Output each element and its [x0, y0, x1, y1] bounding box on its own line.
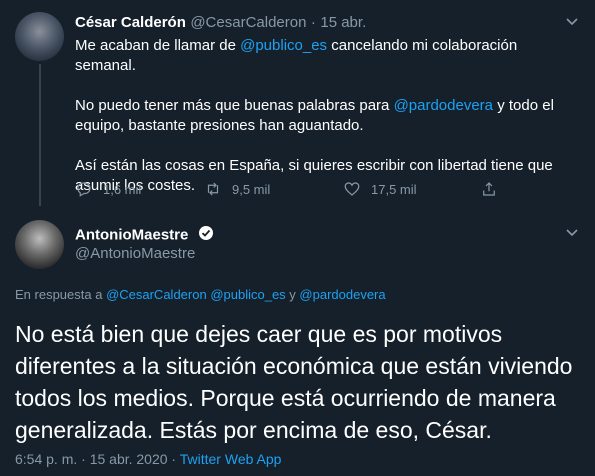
like-action[interactable]: 17,5 mil [343, 180, 417, 198]
tweet1-paragraph-2: No puedo tener más que buenas palabras p… [75, 97, 554, 134]
tweet1-paragraph-1: Me acaban de llamar de @publico_es cance… [75, 37, 518, 74]
retweet-action[interactable]: 9,5 mil [204, 180, 270, 198]
mention-pardodevera[interactable]: @pardodevera [394, 97, 493, 114]
tweet-date[interactable]: 15 abr. [320, 14, 366, 31]
tweet1-header: César Calderón @CesarCalderon · 15 abr. [75, 14, 565, 32]
like-icon [344, 182, 360, 196]
reply-context: En respuesta a @CesarCalderon @publico_e… [15, 287, 386, 302]
tweet1-body: Me acaban de llamar de @publico_es cance… [75, 36, 580, 196]
retweet-count: 9,5 mil [232, 181, 271, 197]
separator-dot: · [310, 14, 316, 31]
chevron-down-icon[interactable] [565, 225, 579, 242]
tweet2-text: No está bien que dejes caer que es por m… [15, 321, 573, 443]
author-name[interactable]: César Calderón [75, 14, 186, 31]
author-handle[interactable]: @AntonioMaestre [75, 245, 195, 262]
tweet1-paragraph-3: Así están las cosas en España, si quiere… [75, 157, 553, 194]
avatar-cesar[interactable] [15, 12, 64, 61]
author-handle[interactable]: @CesarCalderon [190, 14, 306, 31]
share-icon [483, 182, 495, 196]
avatar-antonio[interactable] [15, 220, 64, 269]
reply-action[interactable]: 1,6 mil [75, 180, 141, 198]
mention-cesarcalderon[interactable]: @CesarCalderon [106, 287, 207, 302]
like-count: 17,5 mil [371, 181, 417, 197]
tweet-timestamp[interactable]: 6:54 p. m. · 15 abr. 2020 · [15, 451, 180, 467]
author-name[interactable]: AntonioMaestre [75, 227, 188, 244]
reply-icon [77, 182, 91, 197]
tweet-metadata: 6:54 p. m. · 15 abr. 2020 · Twitter Web … [15, 451, 281, 467]
verified-icon [198, 225, 214, 246]
chevron-down-icon[interactable] [565, 14, 579, 31]
retweet-icon [207, 182, 219, 196]
share-action[interactable] [480, 180, 498, 198]
mention-publico[interactable]: @publico_es [240, 37, 327, 54]
thread-connector [39, 64, 41, 206]
mention-pardodevera[interactable]: @pardodevera [299, 287, 385, 302]
reply-count: 1,6 mil [103, 181, 142, 197]
mention-publico[interactable]: @publico_es [210, 287, 285, 302]
tweet2-author: AntonioMaestre [75, 225, 214, 246]
tweet-source[interactable]: Twitter Web App [180, 451, 282, 467]
